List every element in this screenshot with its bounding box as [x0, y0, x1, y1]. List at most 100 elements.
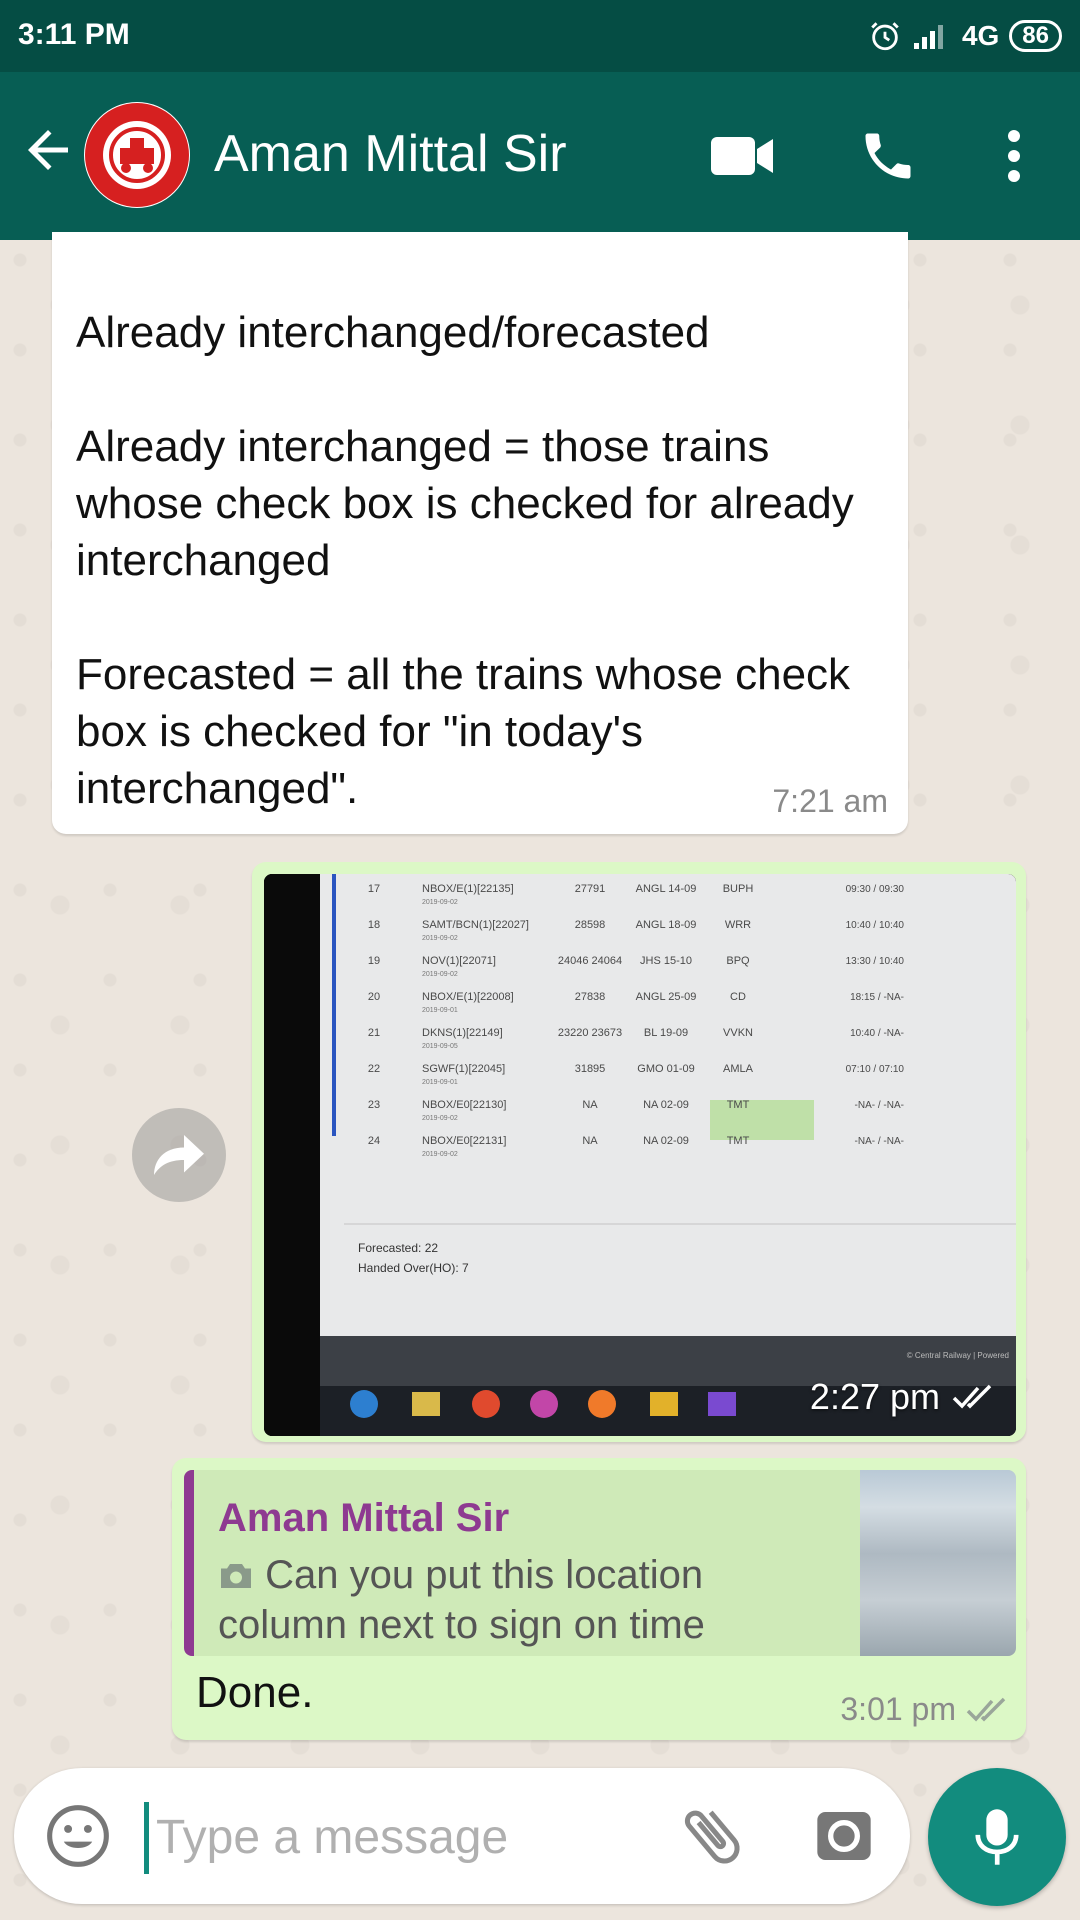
photo-table-cell-stn: AMLA: [723, 1063, 754, 1075]
photo-table-cell-stn: TMT: [727, 1099, 750, 1111]
photo-table-cell-dep: NA 02-09: [643, 1135, 689, 1147]
photo-table-cell-loco: 28598: [575, 919, 606, 931]
photo-table-cell-no: 19: [368, 955, 380, 967]
mic-icon: [975, 1809, 1019, 1865]
photo-table-cell-stn: VVKN: [723, 1027, 753, 1039]
attach-button[interactable]: [674, 1798, 750, 1874]
incoming-message[interactable]: Already interchanged/forecasted Already …: [52, 232, 908, 834]
message-time: 7:21 am: [772, 783, 888, 819]
photo-table-cell-stn: BPQ: [726, 955, 750, 967]
alarm-icon: [871, 22, 899, 51]
battery-level: 86: [1009, 20, 1062, 52]
avatar[interactable]: [84, 102, 190, 208]
double-check-icon: [966, 1697, 1006, 1722]
photo-table-cell-train: NBOX/E(1)[22135]: [422, 883, 514, 895]
emoji-button[interactable]: [44, 1802, 112, 1870]
photo-table-cell-train: DKNS(1)[22149]: [422, 1027, 503, 1039]
photo-table-cell-times: 10:40 / 10:40: [846, 920, 905, 931]
signal-icon: [913, 25, 943, 49]
forward-icon: [154, 1135, 204, 1175]
photo-table-cell-date: 2019-09-02: [422, 1151, 458, 1158]
double-check-icon: [952, 1384, 992, 1409]
back-arrow-icon: [28, 130, 68, 170]
network-type: 4G: [961, 20, 1000, 51]
photo-table-cell-no: 20: [368, 991, 380, 1003]
photo-table-cell-loco: NA: [582, 1135, 598, 1147]
status-bar: 3:11 PM 4G 86: [0, 0, 1080, 72]
photo-table-cell-times: -NA- / -NA-: [855, 1136, 904, 1147]
photo-table-cell-loco: 27838: [575, 991, 606, 1003]
photo-table-cell-date: 2019-09-02: [422, 971, 458, 978]
photo-table-cell-no: 24: [368, 1135, 380, 1147]
photo-table-cell-dep: ANGL 25-09: [636, 991, 697, 1003]
phone-icon: [865, 133, 911, 179]
photo-table-cell-loco: 23220 23673: [558, 1027, 622, 1039]
photo-table-cell-no: 17: [368, 883, 380, 895]
photo-table-cell-train: NBOX/E(1)[22008]: [422, 991, 514, 1003]
photo-table-cell-stn: BUPH: [723, 883, 754, 895]
photo-table-cell-times: 10:40 / -NA-: [850, 1028, 904, 1039]
camera-icon: [817, 1812, 871, 1860]
footer-credit: © Central Railway | Powered: [907, 1351, 1009, 1360]
photo-time: 2:27 pm: [810, 1376, 996, 1418]
photo-table-cell-times: 13:30 / 10:40: [846, 956, 905, 967]
video-call-button[interactable]: [706, 120, 778, 192]
contact-name[interactable]: Aman Mittal Sir: [214, 124, 567, 184]
voice-call-button[interactable]: [852, 120, 924, 192]
camera-button[interactable]: [812, 1804, 876, 1868]
outgoing-photo-message[interactable]: 17 NBOX/E(1)[22135] 27791 ANGL 14-09 BUPH 09:…: [252, 862, 1026, 1442]
message-meta: 3:01 pm: [840, 1691, 1010, 1728]
photo-table-cell-dep: BL 19-09: [644, 1027, 688, 1039]
photo-attachment[interactable]: 17 NBOX/E(1)[22135] 27791 ANGL 14-09 BUPH 09:…: [264, 874, 1016, 1436]
photo-table-cell-date: 2019-09-02: [422, 899, 458, 906]
more-options-button[interactable]: [978, 120, 1050, 192]
back-button[interactable]: [18, 120, 78, 180]
photo-table-cell-loco: 24046 24064: [558, 955, 622, 967]
voice-message-button[interactable]: [928, 1768, 1066, 1906]
photo-table-cell-dep: ANGL 18-09: [636, 919, 697, 931]
photo-table-cell-no: 22: [368, 1063, 380, 1075]
photo-table-cell-stn: CD: [730, 991, 746, 1003]
photo-table-cell-train: SAMT/BCN(1)[22027]: [422, 919, 529, 931]
message-composer: [14, 1768, 910, 1904]
photo-table-cell-stn: WRR: [725, 919, 751, 931]
quoted-message[interactable]: Aman Mittal Sir Can you put this locatio…: [184, 1470, 1016, 1656]
handed-over-count: Handed Over(HO): 7: [358, 1261, 469, 1275]
photo-table-cell-loco: 27791: [575, 883, 606, 895]
message-time: 3:01 pm: [840, 1691, 956, 1727]
quoted-photo-thumbnail: [860, 1470, 1016, 1656]
photo-table-cell-date: 2019-09-01: [422, 1079, 458, 1086]
quoted-sender: Aman Mittal Sir: [218, 1496, 510, 1540]
indian-railways-logo: [85, 103, 189, 207]
message-input[interactable]: [154, 1798, 638, 1876]
more-options-icon: [1008, 130, 1020, 182]
photo-time-text: 2:27 pm: [809, 1376, 940, 1417]
photo-table-cell-times: -NA- / -NA-: [855, 1100, 904, 1111]
photo-table-cell-no: 21: [368, 1027, 380, 1039]
photo-table-cell-dep: ANGL 14-09: [636, 883, 697, 895]
message-text: Already interchanged/forecasted Already …: [76, 308, 854, 813]
quoted-text-wrap: Can you put this location column next to…: [218, 1550, 818, 1650]
photo-table-cell-train: NBOX/E0[22130]: [422, 1099, 506, 1111]
quote-accent-bar: [184, 1470, 194, 1656]
photo-table-cell-loco: 31895: [575, 1063, 606, 1075]
video-call-icon: [711, 137, 773, 175]
photo-table-cell-times: 07:10 / 07:10: [846, 1064, 905, 1075]
photo-table-cell-loco: NA: [582, 1099, 598, 1111]
forward-button[interactable]: [132, 1108, 226, 1202]
photo-table-cell-no: 23: [368, 1099, 380, 1111]
attach-icon: [684, 1810, 740, 1864]
outgoing-reply-message[interactable]: Aman Mittal Sir Can you put this locatio…: [172, 1458, 1026, 1740]
emoji-icon: [47, 1805, 109, 1867]
photo-table-cell-date: 2019-09-02: [422, 935, 458, 942]
quoted-text: Can you put this location column next to…: [218, 1553, 705, 1647]
photo-table-cell-train: SGWF(1)[22045]: [422, 1063, 505, 1075]
chat-header: Aman Mittal Sir: [0, 72, 1080, 240]
photo-table-cell-date: 2019-09-05: [422, 1043, 458, 1050]
photo-table-cell-stn: TMT: [727, 1135, 750, 1147]
photo-table-cell-dep: NA 02-09: [643, 1099, 689, 1111]
photo-table-cell-train: NOV(1)[22071]: [422, 955, 496, 967]
camera-icon: [221, 1564, 251, 1588]
message-text: Done.: [196, 1668, 314, 1717]
photo-table-cell-date: 2019-09-02: [422, 1115, 458, 1122]
